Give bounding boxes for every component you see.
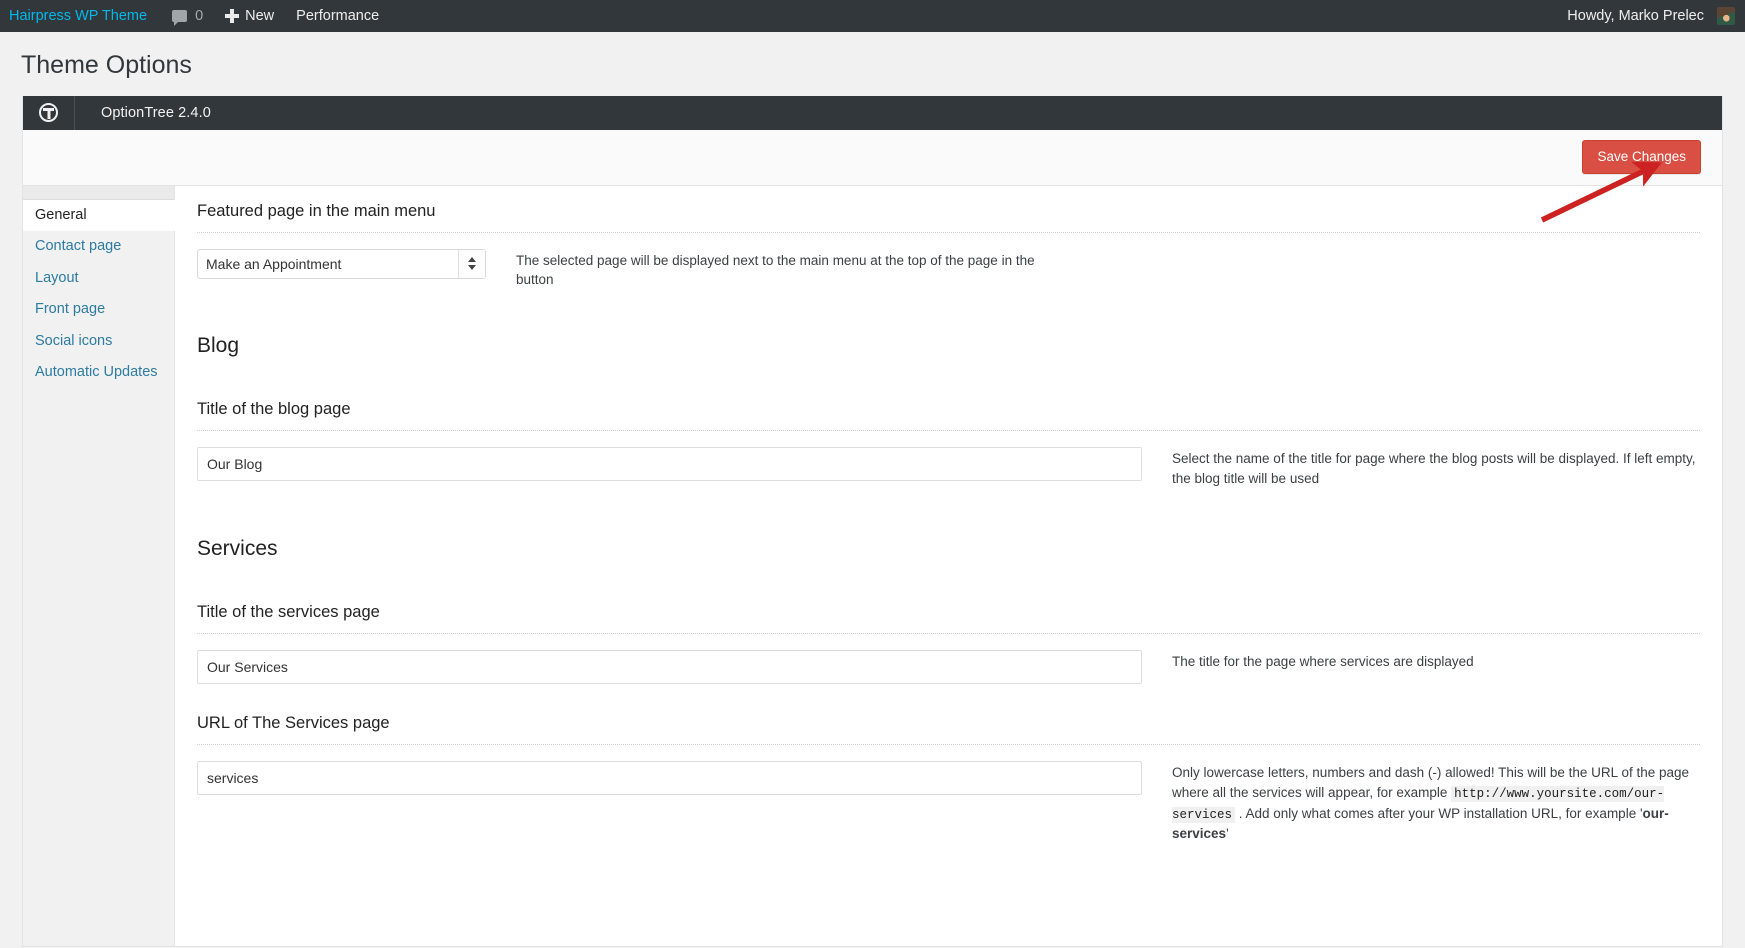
- setting-control: [197, 650, 1142, 685]
- setting-title: Featured page in the main menu: [197, 201, 436, 220]
- setting-control: [197, 447, 1142, 482]
- optiontree-header: OptionTree 2.4.0: [23, 95, 1722, 130]
- adminbar-new-content[interactable]: New: [214, 0, 285, 32]
- performance-label: Performance: [296, 8, 380, 24]
- tab-label: Front page: [35, 301, 106, 317]
- setting-body: Select the name of the title for page wh…: [197, 447, 1700, 489]
- comment-bubble-icon: [172, 10, 188, 26]
- howdy-label: Howdy, Marko Prelec: [1567, 8, 1704, 24]
- tab-label: Automatic Updates: [35, 364, 158, 380]
- services-title-input[interactable]: [197, 650, 1142, 685]
- tab-label: Layout: [35, 269, 79, 286]
- setting-featured-page: Featured page in the main menu Make an A…: [197, 186, 1700, 291]
- setting-control: Make an Appointment: [197, 248, 486, 279]
- setting-divider: [197, 633, 1700, 635]
- section-heading-blog: Blog: [197, 334, 240, 358]
- tab-list-top-strip: [23, 185, 174, 200]
- optiontree-tab-list: General Contact page Layout Front page S…: [23, 185, 175, 946]
- page-title: Theme Options: [21, 51, 192, 79]
- setting-body: The title for the page where services ar…: [197, 650, 1700, 685]
- section-heading-services: Services: [197, 537, 278, 561]
- tab-label: General: [35, 206, 87, 223]
- setting-blog-title: Title of the blog page Select the name o…: [197, 362, 1700, 489]
- wp-body: Theme Options OptionTree 2.4.0 Save Chan…: [0, 32, 1745, 947]
- setting-description: The selected page will be displayed next…: [516, 252, 1035, 288]
- adminbar-site-name[interactable]: Hairpress WP Theme: [0, 0, 161, 32]
- sidebar-item-general[interactable]: General: [23, 199, 175, 231]
- sidebar-item-contact-page[interactable]: Contact page: [23, 231, 175, 263]
- blog-title-input[interactable]: [197, 447, 1142, 482]
- desc-text-part2: . Add only what comes after your WP inst…: [1235, 805, 1643, 821]
- setting-description: Select the name of the title for page wh…: [1172, 451, 1696, 487]
- wp-admin-bar: Hairpress WP Theme 0 New Performance How…: [0, 0, 1745, 32]
- sidebar-item-social-icons[interactable]: Social icons: [23, 326, 175, 358]
- optiontree-save-bar: Save Changes: [23, 129, 1722, 186]
- optiontree-logo: [23, 95, 75, 130]
- featured-page-select-wrap: Make an Appointment: [197, 248, 486, 279]
- setting-description: Only lowercase letters, numbers and dash…: [1172, 761, 1700, 844]
- site-name-label: Hairpress WP Theme: [9, 8, 148, 24]
- new-label: New: [245, 8, 275, 24]
- optiontree-panel: OptionTree 2.4.0 Save Changes General Co…: [22, 95, 1723, 947]
- sidebar-item-front-page[interactable]: Front page: [23, 294, 175, 326]
- setting-title: Title of the blog page: [197, 400, 351, 419]
- sidebar-item-layout[interactable]: Layout: [23, 263, 175, 295]
- setting-services-url: URL of The Services page Only lowercase …: [197, 684, 1700, 844]
- plus-icon: [225, 9, 240, 23]
- setting-description: The title for the page where services ar…: [1172, 654, 1474, 670]
- setting-divider: [197, 231, 1700, 233]
- optiontree-version-label: OptionTree 2.4.0: [101, 104, 211, 121]
- setting-title: Title of the services page: [197, 603, 380, 622]
- desc-text-part3: ': [1226, 826, 1229, 842]
- featured-page-select[interactable]: Make an Appointment: [197, 248, 486, 279]
- optiontree-body: General Contact page Layout Front page S…: [23, 185, 1722, 946]
- setting-body: Only lowercase letters, numbers and dash…: [197, 761, 1700, 844]
- save-changes-button[interactable]: Save Changes: [1582, 140, 1701, 174]
- setting-title: URL of The Services page: [197, 714, 390, 733]
- setting-divider: [197, 744, 1700, 746]
- optiontree-settings-content: Featured page in the main menu Make an A…: [175, 185, 1722, 946]
- sidebar-item-automatic-updates[interactable]: Automatic Updates: [23, 357, 175, 389]
- services-url-input[interactable]: [197, 761, 1142, 796]
- optiontree-logo-icon: [39, 103, 58, 122]
- setting-services-title: Title of the services page The title for…: [197, 565, 1700, 685]
- comments-count: 0: [195, 8, 204, 24]
- setting-body: Make an Appointment The selected page wi…: [197, 248, 1700, 291]
- tab-label: Contact page: [35, 238, 122, 254]
- user-avatar-icon: [1717, 7, 1735, 25]
- adminbar-comments[interactable]: 0: [161, 0, 214, 32]
- tab-label: Social icons: [35, 332, 113, 349]
- setting-divider: [197, 430, 1700, 432]
- adminbar-my-account[interactable]: Howdy, Marko Prelec: [1556, 0, 1745, 32]
- setting-control: [197, 761, 1142, 796]
- adminbar-performance[interactable]: Performance: [285, 0, 390, 32]
